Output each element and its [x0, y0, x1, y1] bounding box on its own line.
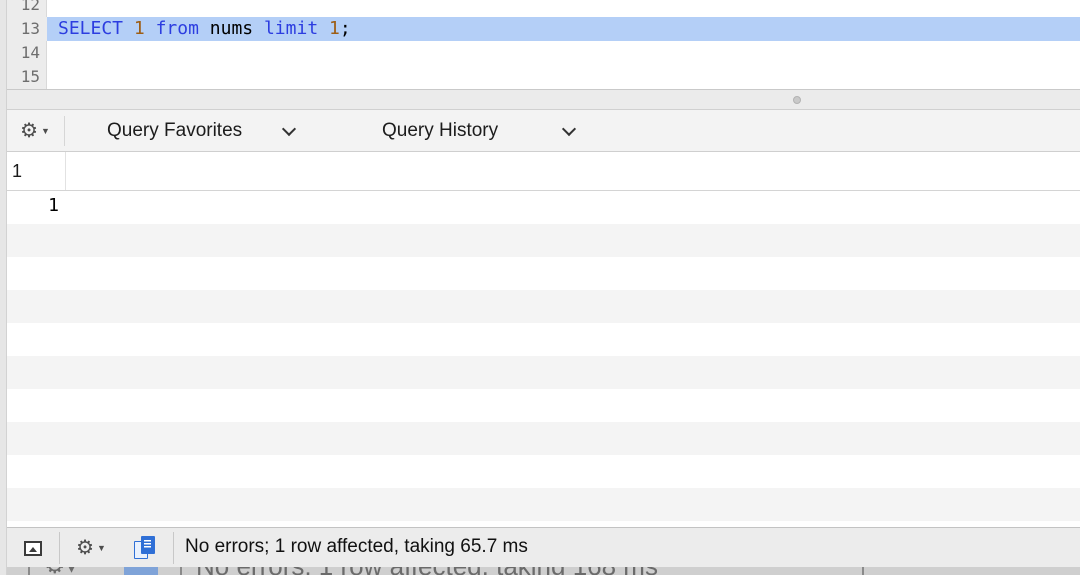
chevron-down-icon [561, 121, 577, 137]
background-status-message: No errors; 1 row affected, taking 168 ms [196, 567, 658, 575]
caret-down-icon: ▼ [97, 543, 106, 553]
background-window-statusbar: ⚙▾ No errors; 1 row affected, taking 168… [0, 567, 1080, 575]
splitter-handle[interactable] [793, 96, 801, 104]
keyword-from: from [155, 18, 199, 39]
column-header[interactable]: 1 [7, 152, 66, 190]
line-number: 15 [20, 67, 40, 86]
empty-row [7, 356, 1080, 389]
toolbar-divider [64, 116, 65, 146]
sql-statement[interactable]: SELECT 1 from nums limit 1; [58, 17, 351, 41]
status-divider [862, 567, 864, 575]
editor-line-selected[interactable]: 13 SELECT 1 from nums limit 1; [7, 17, 1080, 41]
status-divider [173, 532, 174, 564]
empty-row [7, 455, 1080, 488]
editor-line[interactable]: 14 [7, 41, 1080, 65]
chevron-down-icon [281, 121, 297, 137]
table-identifier: nums [209, 18, 254, 39]
editor-results-splitter[interactable] [7, 89, 1080, 110]
statement-terminator: ; [339, 18, 351, 39]
toggle-panel-button[interactable] [19, 534, 47, 562]
status-divider [180, 567, 182, 575]
results-actions-button[interactable]: ⚙ ▼ [69, 534, 113, 562]
copy-icon [124, 567, 158, 575]
window-left-edge [0, 0, 7, 575]
status-divider [28, 567, 30, 575]
query-history-dropdown[interactable]: Query History [382, 117, 577, 145]
query-actions-button[interactable]: ⚙ ▼ [13, 118, 57, 144]
editor-line[interactable]: 12 [7, 0, 1080, 17]
copy-results-button[interactable] [129, 534, 161, 562]
status-message: No errors; 1 row affected, taking 65.7 m… [185, 536, 528, 557]
caret-down-icon: ▼ [41, 126, 50, 136]
table-row[interactable]: 1 [7, 191, 1080, 224]
query-history-label: Query History [382, 120, 499, 141]
empty-row [7, 488, 1080, 521]
query-window: 12 13 SELECT 1 from nums limit 1; 14 15 … [0, 0, 1080, 575]
panel-toggle-icon [24, 540, 42, 556]
line-number: 12 [20, 0, 40, 14]
gear-icon: ⚙▾ [44, 567, 78, 575]
number-literal: 1 [133, 18, 145, 39]
editor-line[interactable]: 15 [7, 65, 1080, 89]
query-favorites-dropdown[interactable]: Query Favorites [107, 117, 297, 145]
empty-row [7, 290, 1080, 323]
keyword-select: SELECT [58, 18, 124, 39]
query-toolbar: ⚙ ▼ Query Favorites Query History [7, 110, 1080, 152]
empty-row [7, 389, 1080, 422]
gear-icon: ⚙ [76, 537, 94, 559]
results-header: 1 [7, 152, 1080, 191]
empty-row [7, 224, 1080, 257]
line-number: 14 [20, 43, 40, 62]
empty-row [7, 422, 1080, 455]
number-literal: 1 [329, 18, 340, 39]
copy-icon [132, 535, 158, 561]
sql-editor[interactable]: 12 13 SELECT 1 from nums limit 1; 14 15 [7, 0, 1080, 89]
empty-row [7, 323, 1080, 356]
table-cell[interactable]: 1 [7, 191, 59, 224]
line-number: 13 [7, 17, 47, 41]
keyword-limit: limit [263, 18, 319, 39]
status-divider [59, 532, 60, 564]
results-table[interactable]: 1 1 [7, 152, 1080, 527]
gear-icon: ⚙ [20, 120, 38, 142]
query-favorites-label: Query Favorites [107, 120, 243, 141]
empty-row [7, 257, 1080, 290]
status-bar: ⚙ ▼ No errors; 1 row affected, taking 65… [7, 527, 1080, 567]
